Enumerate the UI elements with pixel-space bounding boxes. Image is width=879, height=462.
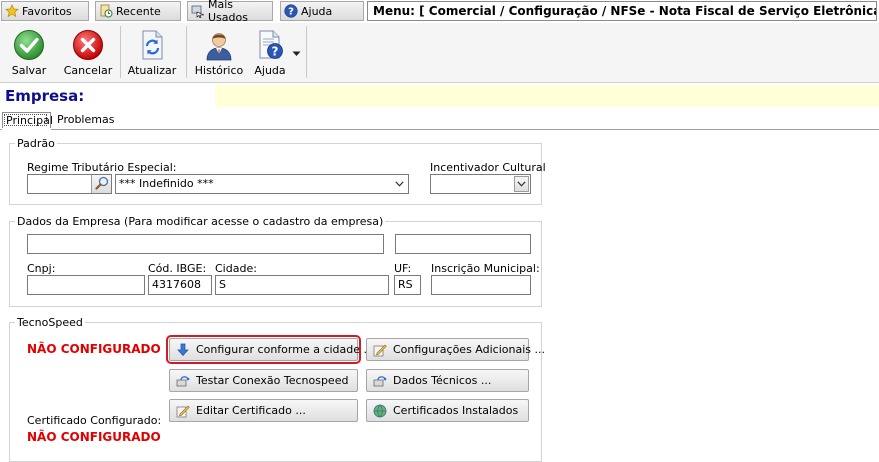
favoritos-label: Favoritos <box>22 4 72 18</box>
tab-problemas[interactable]: Problemas <box>54 112 114 129</box>
incentivador-select[interactable] <box>430 174 531 194</box>
dados-tecnicos-button[interactable]: Dados Técnicos ... <box>366 369 529 392</box>
regime-search-button[interactable] <box>91 175 111 193</box>
cidade-field[interactable]: S <box>215 275 389 295</box>
help-icon: ? <box>284 4 298 18</box>
empresa-bar: Empresa: <box>0 85 879 107</box>
atualizar-label: Atualizar <box>127 64 177 77</box>
tab-divider <box>0 129 879 130</box>
ibge-field[interactable]: 4317608 <box>148 275 212 295</box>
tab-focus-ring <box>4 114 47 126</box>
regime-label: Regime Tributário Especial: <box>27 161 177 174</box>
download-arrow-icon <box>176 343 190 357</box>
toolbar-separator <box>186 26 187 78</box>
cancel-icon <box>72 29 104 61</box>
mais-usados-button[interactable]: Mais Usados <box>187 0 273 24</box>
ibge-label: Cód. IBGE: <box>148 262 207 275</box>
technical-data-icon <box>373 374 387 388</box>
regime-select[interactable]: *** Indefinido *** <box>115 174 409 194</box>
salvar-label: Salvar <box>11 64 47 77</box>
editar-certificado-button[interactable]: Editar Certificado ... <box>169 399 358 422</box>
empresa-nome-field[interactable] <box>27 234 384 254</box>
mais-usados-label: Mais Usados <box>208 0 248 24</box>
cancelar-label: Cancelar <box>63 64 113 77</box>
group-padrao-title: Padrão <box>15 137 57 150</box>
historico-button[interactable]: Histórico <box>192 23 246 81</box>
globe-icon <box>373 404 387 418</box>
recente-button[interactable]: Recente <box>95 1 181 21</box>
configurar-cidade-label: Configurar conforme a cidade ... <box>196 343 375 356</box>
historico-label: Histórico <box>194 64 244 77</box>
cidade-label: Cidade: <box>215 262 257 275</box>
empresa-label: Empresa: <box>0 85 215 107</box>
cnpj-label: Cnpj: <box>27 262 56 275</box>
salvar-button[interactable]: Salvar <box>2 23 56 81</box>
most-used-icon <box>191 4 205 19</box>
ajuda-nav-button[interactable]: ? Ajuda <box>280 1 364 21</box>
favoritos-button[interactable]: Favoritos <box>1 1 89 21</box>
configuracoes-adicionais-label: Configurações Adicionais ... <box>393 343 545 356</box>
user-history-icon <box>203 29 235 61</box>
dados-tecnicos-label: Dados Técnicos ... <box>393 374 492 387</box>
ajuda-label: Ajuda <box>254 64 286 77</box>
recente-label: Recente <box>116 4 161 18</box>
uf-label: UF: <box>394 262 412 275</box>
certificados-instalados-button[interactable]: Certificados Instalados <box>366 399 529 422</box>
edit-settings-icon <box>373 343 387 357</box>
chevron-down-icon[interactable] <box>514 176 529 192</box>
atualizar-button[interactable]: Atualizar <box>125 23 179 81</box>
magnifier-icon <box>94 176 109 193</box>
edit-document-icon <box>176 404 190 418</box>
regime-select-value: *** Indefinido *** <box>119 177 214 190</box>
svg-text:?: ? <box>272 45 279 59</box>
testar-conexao-button[interactable]: Testar Conexão Tecnospeed <box>169 369 358 392</box>
cancelar-button[interactable]: Cancelar <box>61 23 115 81</box>
check-icon <box>13 29 45 61</box>
ajuda-nav-label: Ajuda <box>301 4 333 18</box>
help-document-icon: ? <box>254 29 286 61</box>
chevron-down-icon[interactable] <box>392 176 407 192</box>
inscricao-municipal-label: Inscrição Municipal: <box>431 262 540 275</box>
inscricao-municipal-field[interactable] <box>431 275 531 295</box>
certificado-label: Certificado Configurado: <box>27 414 162 427</box>
testar-conexao-label: Testar Conexão Tecnospeed <box>196 374 349 387</box>
certificado-status: NÃO CONFIGURADO <box>27 430 161 444</box>
connection-icon <box>176 374 190 388</box>
certificados-instalados-label: Certificados Instalados <box>393 404 519 417</box>
star-icon <box>5 4 19 18</box>
configuracoes-adicionais-button[interactable]: Configurações Adicionais ... <box>366 338 545 361</box>
uf-field[interactable]: RS <box>394 275 421 295</box>
tab-active-joint <box>2 128 51 130</box>
toolbar: Salvar Cancelar Atualizar Histórico ? Aj… <box>0 23 879 83</box>
svg-text:?: ? <box>288 7 294 18</box>
configurar-cidade-button[interactable]: Configurar conforme a cidade ... <box>166 335 374 364</box>
toolbar-separator <box>306 26 307 78</box>
refresh-icon <box>136 29 168 61</box>
toolbar-separator <box>120 26 121 78</box>
menu-path: Menu: [ Comercial / Configuração / NFSe … <box>367 1 877 21</box>
group-tecnospeed-title: TecnoSpeed <box>15 316 85 329</box>
editar-certificado-label: Editar Certificado ... <box>196 404 306 417</box>
ajuda-button[interactable]: ? Ajuda <box>243 23 297 81</box>
recent-icon <box>99 4 113 18</box>
group-dados-empresa-title: Dados da Empresa (Para modificar acesse … <box>15 215 386 228</box>
tecnospeed-status: NÃO CONFIGURADO <box>27 342 161 356</box>
incentivador-label: Incentivador Cultural <box>430 161 546 174</box>
cnpj-field[interactable] <box>27 275 145 295</box>
ajuda-dropdown-arrow-icon[interactable] <box>292 47 301 60</box>
empresa-extra-field[interactable] <box>395 234 531 254</box>
